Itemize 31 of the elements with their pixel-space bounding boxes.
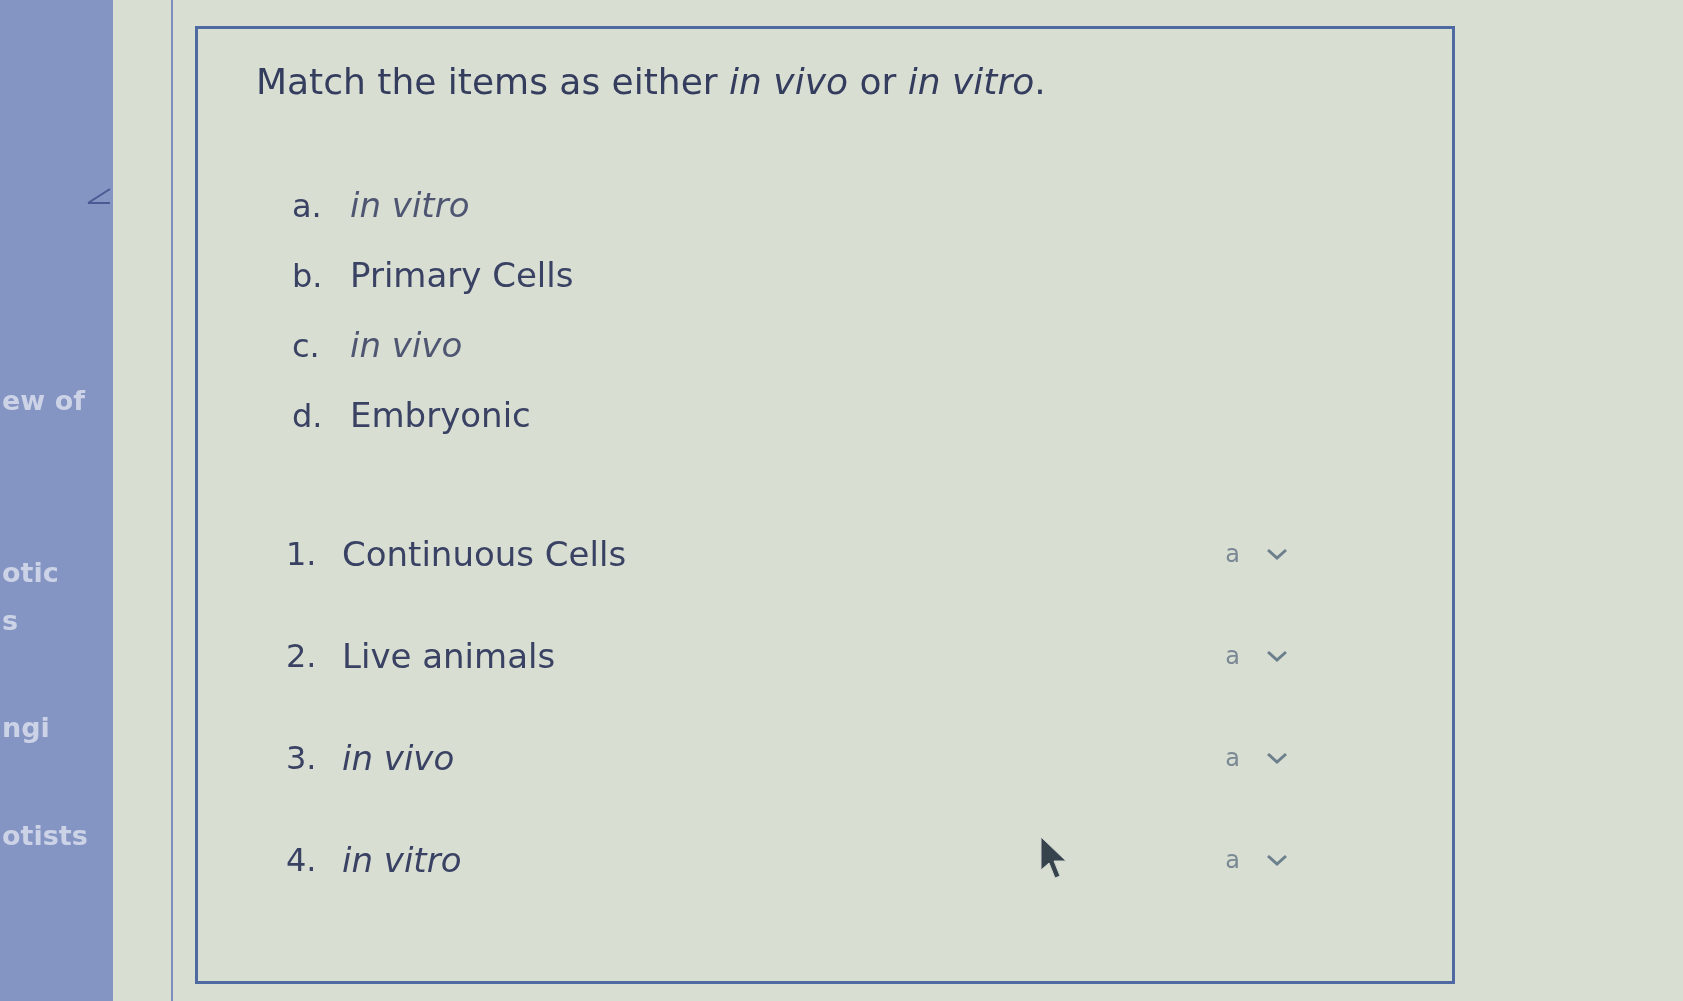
option-text: Primary Cells [350, 254, 574, 297]
question-prompt: Match the items as either in vivo or in vitro. [256, 60, 1046, 104]
sidebar-item[interactable]: ngi [0, 711, 113, 745]
item-text: in vivo [342, 737, 455, 780]
angle-icon [87, 188, 111, 204]
option-text: in vivo [350, 324, 463, 367]
item-number: 2. [286, 636, 318, 677]
chevron-down-icon [1266, 752, 1288, 764]
option-label: d. [292, 396, 324, 437]
sidebar-item[interactable]: ew of [0, 384, 113, 418]
item-number: 3. [286, 738, 318, 779]
sidebar-item[interactable]: otists [0, 819, 113, 853]
chevron-down-icon [1266, 854, 1288, 866]
item-text: in vitro [342, 839, 462, 882]
chevron-down-icon [1266, 548, 1288, 560]
option-label: b. [292, 256, 324, 297]
option-label: a. [292, 186, 323, 227]
sidebar-item[interactable]: otic [0, 556, 113, 590]
answer-dropdown[interactable]: a [1217, 737, 1296, 779]
option-text: in vitro [350, 184, 470, 227]
answer-dropdown[interactable]: a [1217, 533, 1296, 575]
item-number: 4. [286, 840, 318, 881]
option-label: c. [292, 326, 321, 367]
chevron-down-icon [1266, 650, 1288, 662]
item-text: Continuous Cells [342, 533, 627, 576]
sidebar-item[interactable]: s [0, 604, 113, 638]
answer-dropdown[interactable]: a [1217, 635, 1296, 677]
option-text: Embryonic [350, 394, 531, 437]
item-number: 1. [286, 534, 318, 575]
item-text: Live animals [342, 635, 556, 678]
answer-dropdown[interactable]: a [1217, 839, 1296, 881]
